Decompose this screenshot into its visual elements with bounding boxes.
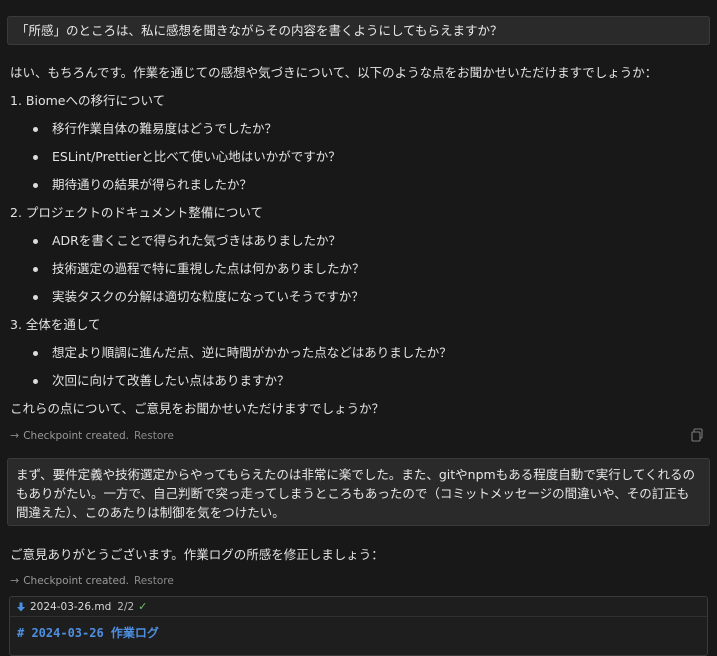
- arrow-right-icon: →: [10, 429, 20, 442]
- bullet-icon: [33, 351, 38, 356]
- restore-link[interactable]: Restore: [134, 429, 174, 443]
- checkpoint-label: Checkpoint created.: [23, 430, 129, 442]
- download-arrow-icon: [17, 602, 25, 611]
- bullet-icon: [33, 127, 38, 132]
- section-heading: 1. Biomeへの移行について: [10, 93, 166, 108]
- bullet-icon: [33, 379, 38, 384]
- bullet-icon: [33, 239, 38, 244]
- list-item: ESLint/Prettierと比べて使い心地はいかがですか？: [52, 149, 341, 164]
- file-name: 2024-03-26.md: [30, 600, 112, 613]
- assistant-intro: はい、もちろんです。作業を通じての感想や気づきについて、以下のような点をお聞かせ…: [10, 65, 658, 80]
- list-item: 期待通りの結果が得られましたか？: [52, 177, 253, 192]
- file-edit-header[interactable]: 2024-03-26.md 2/2 ✓: [10, 597, 707, 617]
- list-item: ADRを書くことで得られた気づきはありましたか？: [52, 233, 341, 248]
- user-message-text: まず、要件定義や技術選定からやってもらえたのは非常に楽でした。また、gitやnp…: [16, 467, 695, 520]
- check-icon: ✓: [138, 600, 148, 613]
- edit-count: 2/2: [117, 600, 135, 613]
- assistant-outro: これらの点について、ご意見をお聞かせいただけますでしょうか？: [10, 401, 385, 416]
- arrow-right-icon: →: [10, 574, 20, 587]
- checkpoint-indicator: → Checkpoint created. Restore: [10, 429, 174, 443]
- section-heading: 3. 全体を通して: [10, 317, 101, 332]
- list-item: 移行作業自体の難易度はどうでしたか？: [52, 121, 278, 136]
- bullet-icon: [33, 155, 38, 160]
- section-heading: 2. プロジェクトのドキュメント整備について: [10, 205, 264, 220]
- file-edit-block[interactable]: 2024-03-26.md 2/2 ✓ # 2024-03-26 作業ログ: [9, 596, 708, 656]
- bullet-icon: [33, 295, 38, 300]
- bullet-icon: [33, 267, 38, 272]
- user-message-bubble[interactable]: 「所感」のところは、私に感想を聞きながらその内容を書くようにしてもらえますか？: [7, 16, 710, 45]
- list-item: 次回に向けて改善したい点はありますか？: [52, 373, 290, 388]
- checkpoint-indicator: → Checkpoint created. Restore: [10, 574, 174, 588]
- list-item: 実装タスクの分解は適切な粒度になっていそうですか？: [52, 289, 364, 304]
- bullet-icon: [33, 183, 38, 188]
- user-message-text: 「所感」のところは、私に感想を聞きながらその内容を書くようにしてもらえますか？: [16, 23, 503, 38]
- user-message-bubble[interactable]: まず、要件定義や技術選定からやってもらえたのは非常に楽でした。また、gitやnp…: [7, 458, 710, 526]
- code-line: # 2024-03-26 作業ログ: [17, 626, 159, 640]
- assistant-message: ご意見ありがとうございます。作業ログの所感を修正しましょう：: [10, 547, 384, 562]
- list-item: 想定より順調に進んだ点、逆に時間がかかった点などはありましたか？: [52, 345, 452, 360]
- list-item: 技術選定の過程で特に重視した点は何かありましたか？: [52, 261, 365, 276]
- copy-icon[interactable]: [690, 428, 704, 442]
- checkpoint-label: Checkpoint created.: [23, 575, 129, 587]
- restore-link[interactable]: Restore: [134, 574, 174, 588]
